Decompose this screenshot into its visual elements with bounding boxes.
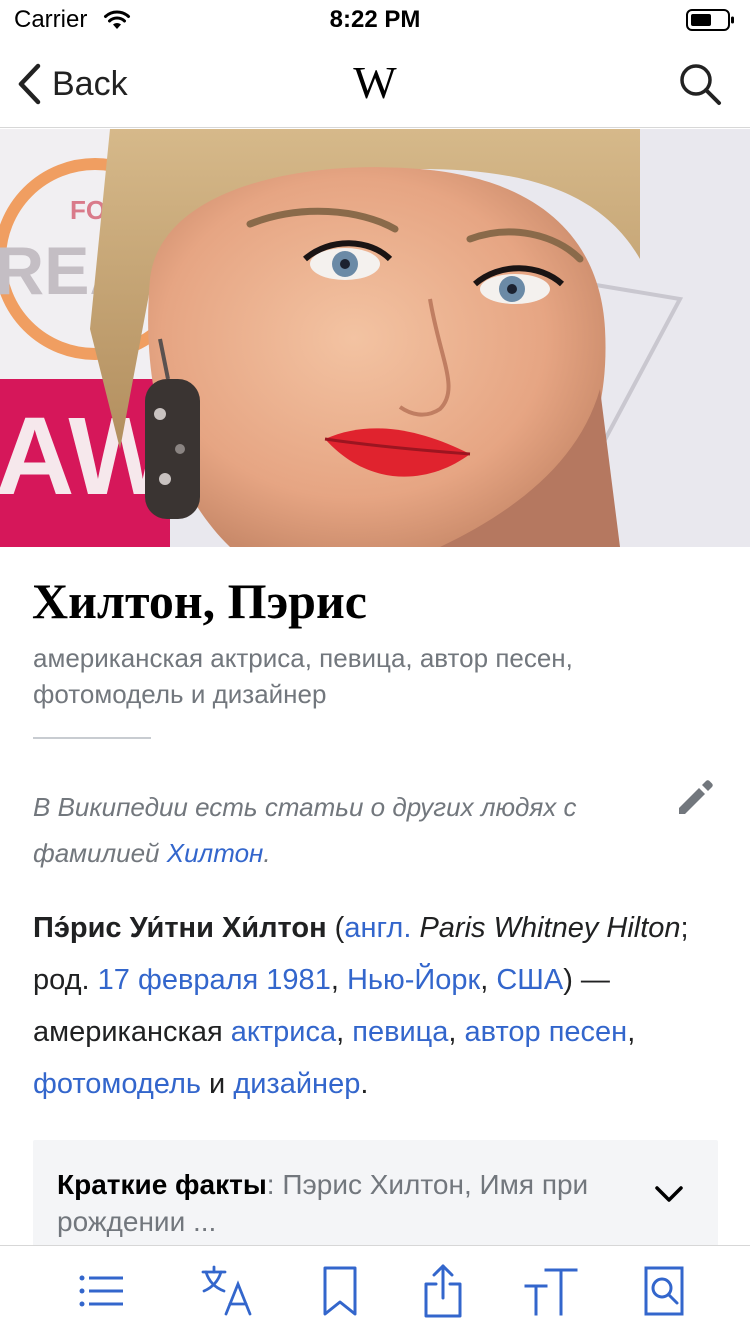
battery-icon (686, 9, 734, 31)
status-bar: Carrier 8:22 PM (0, 0, 750, 40)
lead-text-end: . (360, 1068, 369, 1100)
lead-text-open: ( (326, 912, 345, 944)
lead-sep-4: , (448, 1016, 465, 1048)
bottom-toolbar (0, 1245, 750, 1334)
find-in-page-icon[interactable] (636, 1264, 690, 1318)
model-link[interactable]: фотомодель (33, 1068, 201, 1100)
hatnote-link[interactable]: Хилтон (167, 838, 264, 868)
subject-name: Пэ́рис Уи́тни Хи́лтон (33, 912, 327, 944)
lead-sep-2: , (480, 964, 497, 996)
singer-link[interactable]: певица (352, 1016, 448, 1048)
original-name: Paris Whitney Hilton (411, 912, 681, 944)
songwriter-link[interactable]: автор песен (465, 1016, 628, 1048)
title-divider (33, 737, 151, 739)
lead-text-and: и (200, 1068, 234, 1100)
actress-link[interactable]: актриса (231, 1016, 336, 1048)
hatnote-end: . (263, 838, 271, 868)
city-link[interactable]: Нью-Йорк (347, 964, 480, 996)
quick-facts-box[interactable]: Краткие факты: Пэрис Хилтон, Имя при рож… (33, 1140, 718, 1250)
language-icon[interactable] (200, 1264, 254, 1318)
bookmark-icon[interactable] (313, 1264, 367, 1318)
contents-icon[interactable] (74, 1264, 128, 1318)
lead-sep-5: , (627, 1016, 636, 1048)
lead-image[interactable]: REAL FOX AW (0, 129, 750, 547)
status-time: 8:22 PM (329, 6, 421, 33)
designer-link[interactable]: дизайнер (233, 1068, 360, 1100)
text-size-icon[interactable] (524, 1264, 578, 1318)
lang-link[interactable]: англ. (344, 912, 411, 944)
quick-facts-text: Краткие факты: Пэрис Хилтон, Имя при рож… (57, 1166, 632, 1240)
portrait-photo: REAL FOX AW (0, 129, 750, 547)
hatnote-text: В Википедии есть статьи о других людях с… (33, 792, 577, 868)
navigation-bar: Back W (0, 40, 750, 128)
share-icon[interactable] (416, 1264, 470, 1318)
hatnote: В Википедии есть статьи о других людях с… (33, 784, 653, 876)
quick-facts-label: Краткие факты (57, 1169, 267, 1200)
chevron-down-icon[interactable] (654, 1184, 684, 1204)
wikipedia-logo: W (353, 57, 397, 108)
lead-paragraph: Пэ́рис Уи́тни Хи́лтон (англ. Paris Whitn… (33, 902, 723, 1110)
birthdate-link[interactable]: 17 февраля 1981 (98, 964, 331, 996)
lead-sep-1: , (330, 964, 347, 996)
country-link[interactable]: США (496, 964, 563, 996)
article-description: американская актриса, певица, автор песе… (33, 643, 573, 709)
search-icon[interactable] (678, 62, 722, 106)
edit-pencil-icon[interactable] (675, 778, 715, 818)
article-title: Хилтон, Пэрис (32, 573, 367, 629)
lead-sep-3: , (336, 1016, 353, 1048)
